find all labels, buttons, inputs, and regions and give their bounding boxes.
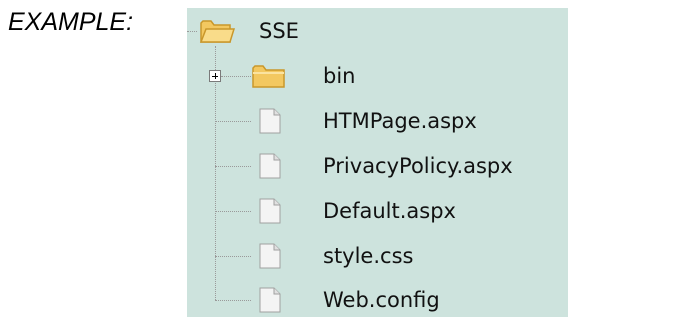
- tree-node-webconfig[interactable]: Web.config: [251, 284, 511, 316]
- tree-node-label: HTMPage.aspx: [323, 109, 477, 133]
- tree-node-label: Web.config: [323, 288, 440, 312]
- tree-connector: [221, 76, 251, 77]
- file-icon: [259, 243, 281, 269]
- tree-node-bin[interactable]: bin: [251, 60, 401, 92]
- tree-node-htmpage[interactable]: HTMPage.aspx: [251, 105, 511, 137]
- tree-node-privacypolicy[interactable]: PrivacyPolicy.aspx: [251, 150, 551, 182]
- tree-node-label: Default.aspx: [323, 199, 456, 223]
- tree-connector: [215, 166, 251, 167]
- tree-connector: [215, 46, 216, 300]
- file-tree: SSE bin HTMPage.aspx PrivacyPolicy.aspx …: [187, 8, 568, 317]
- folder-open-icon: [199, 20, 235, 43]
- tree-node-label: bin: [323, 64, 356, 88]
- tree-node-stylecss[interactable]: style.css: [251, 240, 511, 272]
- example-label: EXAMPLE:: [8, 8, 134, 36]
- tree-node-default[interactable]: Default.aspx: [251, 195, 511, 227]
- tree-connector: [215, 211, 251, 212]
- expand-toggle[interactable]: [209, 70, 221, 82]
- file-icon: [259, 153, 281, 179]
- tree-connector: [215, 256, 251, 257]
- tree-connector: [215, 121, 251, 122]
- tree-connector: [215, 300, 251, 301]
- file-icon: [259, 108, 281, 134]
- tree-node-label: SSE: [259, 19, 299, 43]
- tree-node-label: PrivacyPolicy.aspx: [323, 154, 513, 178]
- tree-node-sse[interactable]: SSE: [195, 15, 345, 47]
- file-icon: [259, 198, 281, 224]
- folder-icon: [252, 65, 285, 88]
- file-icon: [259, 287, 281, 313]
- tree-node-label: style.css: [323, 244, 414, 268]
